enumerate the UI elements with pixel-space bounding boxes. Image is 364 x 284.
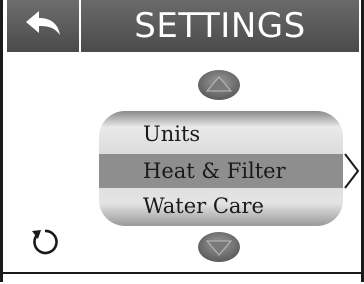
back-button[interactable] <box>7 0 79 52</box>
bottom-border <box>3 272 361 284</box>
header: SETTINGS <box>3 0 361 58</box>
menu-item-label: Units <box>143 122 201 146</box>
page-title: SETTINGS <box>134 6 306 46</box>
menu-item-heat-filter[interactable]: Heat & Filter <box>99 154 343 188</box>
scroll-up-button[interactable] <box>196 70 242 104</box>
down-arrow-icon <box>197 231 241 267</box>
menu-item-label: Heat & Filter <box>143 159 286 183</box>
settings-menu: Units Heat & Filter Water Care <box>99 111 343 226</box>
back-arrow-icon <box>24 9 62 43</box>
scroll-down-button[interactable] <box>196 232 242 266</box>
title-bar: SETTINGS <box>81 0 359 52</box>
refresh-icon <box>28 226 60 262</box>
menu-item-water-care[interactable]: Water Care <box>99 189 343 223</box>
reset-button[interactable] <box>25 225 63 263</box>
chevron-right-icon <box>343 152 361 190</box>
up-arrow-icon <box>197 69 241 105</box>
menu-item-label: Water Care <box>143 194 264 218</box>
menu-item-units[interactable]: Units <box>99 117 343 151</box>
settings-screen: SETTINGS Units Heat & Filter Water Care <box>0 0 364 284</box>
